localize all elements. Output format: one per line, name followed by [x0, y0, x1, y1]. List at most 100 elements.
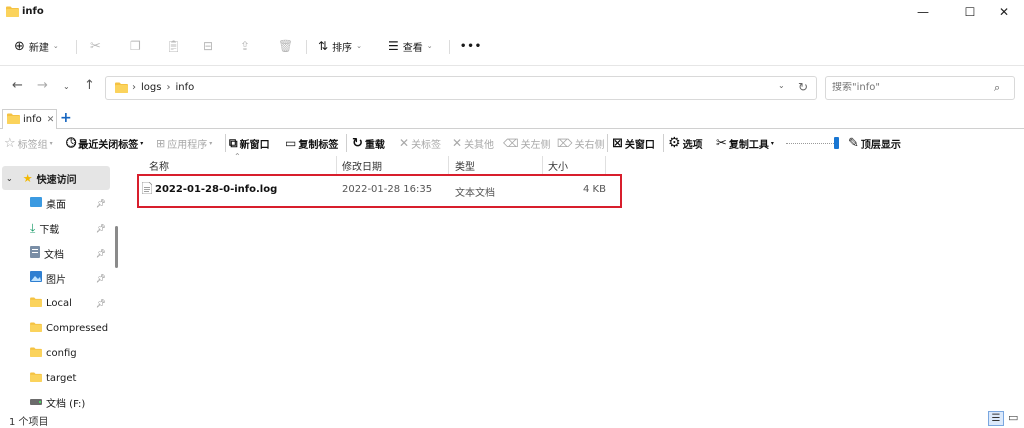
new-window-button[interactable]: ⧉ 新窗口 [229, 134, 270, 152]
tab-info[interactable]: info ✕ [2, 109, 57, 129]
column-divider[interactable] [542, 156, 543, 174]
column-header-type[interactable]: 类型 [455, 156, 475, 174]
rename-button[interactable]: ⊟ [203, 34, 213, 58]
text-file-icon [141, 181, 153, 197]
share-button[interactable]: ⇪ [240, 34, 250, 58]
address-bar[interactable]: › logs › info ⌄ ↻ [105, 76, 817, 100]
folder-icon [30, 346, 42, 360]
new-window-label: 新窗口 [239, 139, 270, 151]
more-button[interactable]: ••• [460, 34, 482, 58]
windows-icon: ⊞ [156, 136, 166, 150]
folder-icon [30, 296, 42, 310]
breadcrumb-separator: › [166, 82, 171, 93]
column-divider[interactable] [336, 156, 337, 174]
reload-button[interactable]: ↻ 重载 [352, 134, 385, 152]
cut-button[interactable]: ✂ [90, 34, 101, 58]
sidebar-scrollbar[interactable] [115, 226, 118, 268]
close-icon: ✕ [399, 136, 410, 150]
address-dropdown-button[interactable]: ⌄ [778, 81, 785, 90]
close-window-tool-button[interactable]: ⊠ 关窗口 [612, 134, 655, 152]
clipboard-icon: 📋︎ [166, 39, 182, 53]
file-size: 4 KB [583, 184, 606, 195]
sidebar-item-compressed[interactable]: Compressed [30, 316, 112, 340]
star-icon: ★ [22, 171, 33, 185]
share-icon: ⇪ [240, 39, 251, 53]
tab-group-button[interactable]: ☆ 标签组 ▾ [4, 134, 53, 152]
copy-tab-button[interactable]: ▭ 复制标签 [285, 134, 338, 152]
breadcrumb-item[interactable]: info [175, 82, 194, 93]
column-header-size[interactable]: 大小 [548, 156, 568, 174]
sidebar-item-config[interactable]: config [30, 341, 112, 365]
column-header-modified[interactable]: 修改日期 [342, 156, 382, 174]
details-view-button[interactable]: ☰ [988, 411, 1004, 426]
close-right-button[interactable]: ⌦ 关右侧 [557, 134, 605, 152]
sidebar-quick-access[interactable]: ⌄ ★ 快速访问 [2, 166, 110, 190]
slider-thumb[interactable] [834, 137, 839, 149]
trash-icon: 🗑︎ [278, 39, 294, 53]
paste-button[interactable]: 📋︎ [166, 34, 181, 58]
sidebar-item-pictures[interactable]: 图片 📌︎ [30, 266, 112, 290]
pin-top-button[interactable]: ✎ 顶层显示 [848, 134, 901, 152]
sidebar-item-documents[interactable]: 文档 📌︎ [30, 241, 112, 265]
sort-button[interactable]: ⇅ 排序 ⌄ [318, 34, 362, 58]
close-window-button[interactable]: ✕ [987, 0, 1021, 24]
tab-close-button[interactable]: ✕ [47, 115, 55, 125]
file-type: 文本文档 [455, 188, 495, 199]
column-header-label: 修改日期 [342, 161, 382, 173]
copy-button[interactable]: ❐ [130, 34, 141, 58]
item-count: 1 个项目 [9, 417, 49, 428]
search-input[interactable] [832, 82, 982, 93]
tiles-view-button[interactable]: ▭ [1008, 411, 1018, 424]
new-button[interactable]: ⊕ 新建 ⌄ [14, 34, 59, 58]
pin-icon: 📌︎ [95, 223, 106, 233]
forward-button[interactable]: → [37, 78, 48, 93]
download-icon: ⤓ [30, 220, 36, 235]
new-label: 新建 [28, 42, 49, 54]
close-others-button[interactable]: ✕ 关其他 [452, 134, 494, 152]
sidebar-item-target[interactable]: target [30, 366, 112, 390]
copy-tool-button[interactable]: ✂ 复制工具 ▾ [716, 134, 774, 152]
chevron-down-icon: ▾ [49, 139, 53, 147]
recent-locations-button[interactable]: ⌄ [63, 82, 70, 91]
up-button[interactable]: ↑ [84, 78, 95, 93]
copy-tab-icon: ▭ [285, 136, 297, 150]
close-tab-button[interactable]: ✕ 关标签 [399, 134, 441, 152]
back-button[interactable]: ← [12, 78, 23, 93]
copy-icon: ❐ [130, 39, 141, 53]
transparency-slider[interactable] [786, 137, 840, 149]
view-button[interactable]: ☰ 查看 ⌄ [388, 34, 433, 58]
new-tab-button[interactable]: + [60, 110, 72, 126]
maximize-button[interactable]: ☐ [953, 0, 987, 24]
chevron-down-icon: ▾ [209, 139, 213, 147]
chevron-down-icon: ▾ [140, 139, 144, 147]
breadcrumb-item[interactable]: logs [141, 82, 161, 93]
slider-track [786, 143, 838, 144]
chevron-down-icon: ⌄ [52, 42, 59, 50]
column-divider[interactable] [605, 156, 606, 174]
pin-icon: 📌︎ [95, 198, 106, 208]
tiles-view-icon: ▭ [1008, 411, 1019, 424]
apps-button[interactable]: ⊞ 应用程序 ▾ [156, 134, 212, 152]
options-button[interactable]: ⚙ 选项 [668, 134, 703, 152]
close-left-button[interactable]: ⌫ 关左侧 [503, 134, 551, 152]
sidebar-item-label: Compressed [46, 322, 109, 334]
star-icon: ☆ [4, 135, 16, 151]
delete-button[interactable]: 🗑︎ [278, 34, 293, 58]
sidebar-item-downloads[interactable]: ⤓ 下载 📌︎ [30, 216, 112, 240]
chevron-down-icon: ⌄ [63, 82, 70, 91]
sidebar-item-local[interactable]: Local 📌︎ [30, 291, 112, 315]
recent-closed-button[interactable]: 🕓︎ 最近关闭标签 ▾ [66, 134, 143, 152]
minimize-button[interactable]: — [906, 0, 940, 24]
column-divider[interactable] [448, 156, 449, 174]
close-icon: ✕ [998, 5, 1010, 19]
column-header-name[interactable]: 名称 [149, 156, 169, 174]
sort-icon: ⇅ [318, 39, 329, 53]
refresh-button[interactable]: ↻ [798, 80, 808, 94]
search-box[interactable]: ⌕ [825, 76, 1015, 100]
table-row[interactable]: 2022-01-28-0-info.log 2022-01-28 16:35 文… [137, 178, 622, 204]
folder-icon [6, 6, 19, 20]
more-icon: ••• [460, 40, 483, 52]
sidebar-item-desktop[interactable]: 桌面 📌︎ [30, 191, 112, 215]
file-modified: 2022-01-28 16:35 [342, 184, 433, 195]
view-label: 查看 [402, 42, 423, 54]
